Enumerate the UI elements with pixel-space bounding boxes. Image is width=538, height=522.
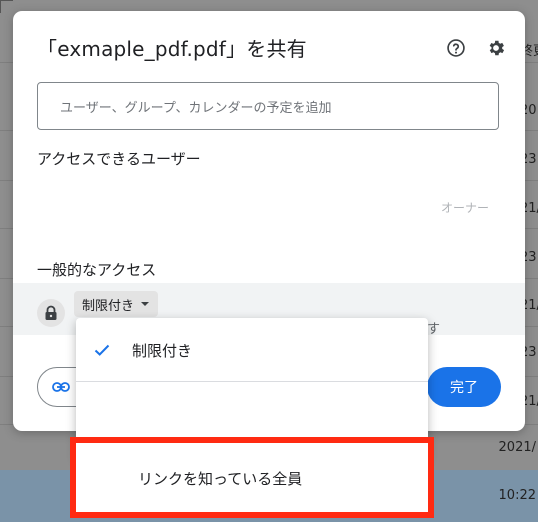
add-people-input[interactable]: ユーザー、グループ、カレンダーの予定を追加	[37, 82, 499, 130]
menu-item-label: リンクを知っている全員	[138, 470, 303, 488]
menu-item-restricted[interactable]: 制限付き	[76, 322, 428, 378]
menu-item-label: 制限付き	[132, 341, 193, 360]
done-button[interactable]: 完了	[427, 367, 501, 407]
owner-label: オーナー	[440, 201, 489, 215]
link-icon	[52, 382, 70, 392]
background-time: 10:22	[498, 488, 536, 503]
lock-icon	[45, 305, 57, 320]
gear-icon	[489, 40, 505, 56]
general-access-select[interactable]: 制限付き	[74, 291, 159, 317]
settings-button[interactable]	[485, 37, 507, 59]
users-section-title: アクセスできるユーザー	[37, 150, 201, 168]
caret-down-icon	[141, 302, 150, 306]
background-date: 2021/	[498, 440, 536, 455]
add-people-placeholder: ユーザー、グループ、カレンダーの予定を追加	[60, 100, 332, 116]
help-circle-icon	[447, 39, 465, 57]
general-access-value: 制限付き	[82, 298, 135, 314]
check-icon	[94, 344, 110, 356]
access-lock-badge	[37, 299, 65, 327]
background-corner	[0, 0, 13, 13]
menu-divider	[76, 381, 428, 382]
general-access-description: す	[427, 322, 441, 337]
general-access-title: 一般的なアクセス	[37, 261, 157, 279]
dialog-title: 「exmaple_pdf.pdf」を共有	[37, 37, 307, 61]
menu-item-anyone-with-link[interactable]: リンクを知っている全員	[70, 437, 434, 518]
help-button[interactable]	[445, 37, 467, 59]
